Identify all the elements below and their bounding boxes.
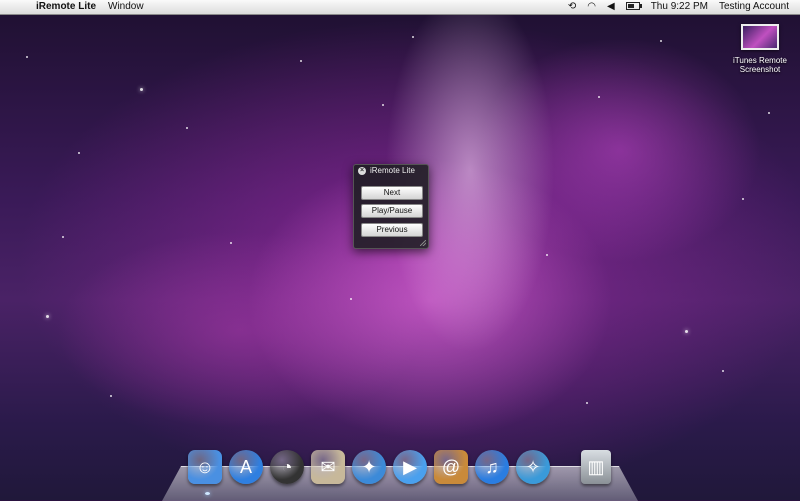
file-label-line2: Screenshot <box>739 65 781 74</box>
image-file-icon <box>741 24 779 50</box>
desktop-wallpaper <box>0 0 800 500</box>
safari-icon[interactable]: ✦ <box>352 450 386 484</box>
finder-icon[interactable]: ☺ <box>188 450 222 484</box>
address-book-icon[interactable]: @ <box>434 450 468 484</box>
dashboard-icon[interactable]: ◔ <box>270 450 304 484</box>
file-label-line1: iTunes Remote <box>733 56 787 65</box>
address-book-icon-glyph: @ <box>441 457 461 477</box>
clock[interactable]: Thu 9:22 PM <box>651 0 708 14</box>
close-icon[interactable]: × <box>358 167 366 175</box>
panel-titlebar[interactable]: × iRemote Lite <box>354 165 428 177</box>
running-indicator <box>205 492 210 495</box>
trash-icon[interactable]: ▥ <box>581 450 611 484</box>
dashboard-icon-glyph: ◔ <box>281 457 293 477</box>
wifi-icon[interactable]: ◠ <box>587 0 596 14</box>
app-store-icon[interactable]: A <box>229 450 263 484</box>
ilife-icon-glyph: ✧ <box>525 457 541 477</box>
safari-icon-glyph: ✦ <box>361 457 377 477</box>
ichat-icon-glyph: ▶ <box>403 457 417 477</box>
resize-handle-icon[interactable] <box>420 240 426 246</box>
window-menu[interactable]: Window <box>108 0 144 14</box>
mail-icon-glyph: ✉ <box>320 457 336 477</box>
itunes-icon-glyph: ♫ <box>485 457 499 477</box>
app-store-icon-glyph: A <box>239 457 252 477</box>
app-menu[interactable]: iRemote Lite <box>36 0 96 14</box>
previous-button[interactable]: Previous <box>361 223 423 237</box>
user-menu[interactable]: Testing Account <box>719 0 789 14</box>
play-pause-button[interactable]: Play/Pause <box>361 204 423 218</box>
volume-icon[interactable]: ◀ <box>607 0 615 14</box>
ichat-icon[interactable]: ▶ <box>393 450 427 484</box>
ilife-icon[interactable]: ✧ <box>516 450 550 484</box>
menu-bar: iRemote Lite Window ⟲ ◠ ◀ Thu 9:22 PM Te… <box>0 0 800 15</box>
desktop-file-itunes-remote-screenshot[interactable]: iTunes Remote Screenshot <box>722 24 798 74</box>
next-button[interactable]: Next <box>361 186 423 200</box>
finder-icon-glyph: ☺ <box>195 457 215 477</box>
trash-icon-glyph: ▥ <box>587 457 605 477</box>
battery-icon[interactable] <box>625 0 642 14</box>
mail-icon[interactable]: ✉ <box>311 450 345 484</box>
status-area: ⟲ ◠ ◀ Thu 9:22 PM Testing Account <box>568 0 800 14</box>
panel-title: iRemote Lite <box>370 166 415 175</box>
iremote-panel: × iRemote Lite Next Play/Pause Previous <box>353 164 429 249</box>
itunes-icon[interactable]: ♫ <box>475 450 509 484</box>
time-machine-icon[interactable]: ⟲ <box>568 0 576 14</box>
